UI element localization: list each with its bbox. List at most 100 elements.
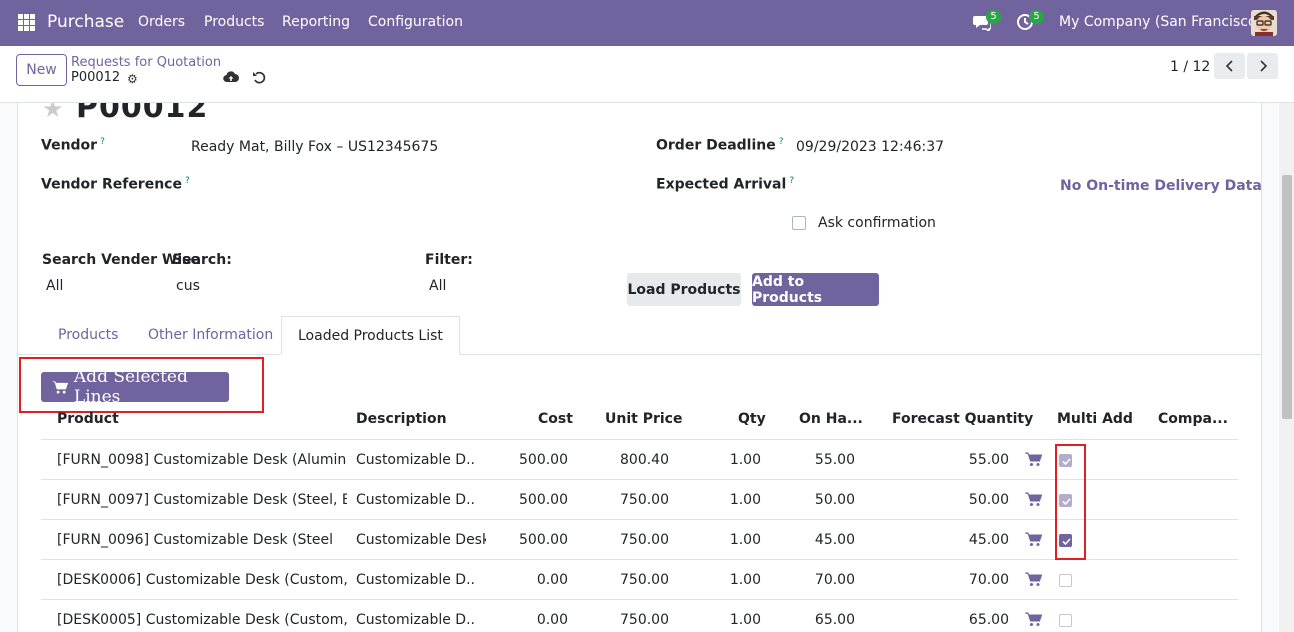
cart-icon[interactable] xyxy=(1025,492,1042,507)
table-row[interactable]: [DESK0005] Customizable Desk (Custom, W.… xyxy=(41,599,1238,632)
qty-cell: 1.00 xyxy=(729,532,761,548)
product-cell: [DESK0006] Customizable Desk (Custom, Bl… xyxy=(57,572,347,588)
gear-icon[interactable]: ⚙ xyxy=(127,72,138,86)
unit-price-cell: 750.00 xyxy=(620,572,669,588)
product-cell: [FURN_0098] Customizable Desk (Aluminiu.… xyxy=(57,452,347,468)
cost-cell: 500.00 xyxy=(519,452,568,468)
chevron-left-icon xyxy=(1225,60,1233,72)
description-cell: Customizable Desk xyxy=(356,532,486,548)
order-deadline-field[interactable]: 09/29/2023 12:46:37 xyxy=(796,139,944,155)
menu-orders[interactable]: Orders xyxy=(138,14,185,30)
tab-loaded-products-list[interactable]: Loaded Products List xyxy=(281,316,460,355)
tab-other-information[interactable]: Other Information xyxy=(132,316,289,355)
filter-field[interactable]: All xyxy=(429,278,446,294)
column-header-forecast-quantity[interactable]: Forecast Quantity xyxy=(892,411,1033,427)
forecast-cell: 45.00 xyxy=(968,532,1009,548)
table-row[interactable]: [DESK0006] Customizable Desk (Custom, Bl… xyxy=(41,559,1238,599)
record-title: P00012 xyxy=(75,103,209,125)
column-header-on-hand[interactable]: On Ha... xyxy=(799,411,863,427)
cost-cell: 0.00 xyxy=(536,612,568,628)
column-header-product[interactable]: Product xyxy=(57,411,119,427)
qty-cell: 1.00 xyxy=(729,612,761,628)
user-avatar[interactable] xyxy=(1251,10,1277,36)
column-header-unit-price[interactable]: Unit Price xyxy=(605,411,682,427)
vendor-label: Vendor? xyxy=(41,137,105,154)
notebook-tabs: Products Other Information Loaded Produc… xyxy=(17,316,1262,355)
multi-add-checkbox[interactable] xyxy=(1059,574,1072,587)
cart-icon[interactable] xyxy=(1025,452,1042,467)
favorite-star-icon[interactable]: ★ xyxy=(42,103,65,123)
on-hand-cell: 65.00 xyxy=(814,612,855,628)
discard-undo-icon[interactable] xyxy=(252,70,266,84)
cost-cell: 500.00 xyxy=(519,532,568,548)
cart-icon[interactable] xyxy=(1025,532,1042,547)
on-hand-cell: 45.00 xyxy=(814,532,855,548)
record-title-partial: ★ P00012 xyxy=(42,103,208,125)
forecast-cell: 50.00 xyxy=(968,492,1009,508)
cost-cell: 500.00 xyxy=(519,492,568,508)
cart-icon[interactable] xyxy=(1025,612,1042,627)
filter-label: Filter: xyxy=(425,252,473,268)
search-vendor-field[interactable]: All xyxy=(46,278,63,294)
new-button[interactable]: New xyxy=(16,54,67,86)
product-cell: [DESK0005] Customizable Desk (Custom, W.… xyxy=(57,612,347,628)
chevron-right-icon xyxy=(1259,60,1267,72)
app-name[interactable]: Purchase xyxy=(47,12,124,32)
on-hand-cell: 55.00 xyxy=(814,452,855,468)
forecast-cell: 55.00 xyxy=(968,452,1009,468)
cart-icon[interactable] xyxy=(1025,572,1042,587)
unit-price-cell: 800.40 xyxy=(620,452,669,468)
breadcrumb-current: P00012 xyxy=(71,70,121,85)
menu-configuration[interactable]: Configuration xyxy=(368,14,463,30)
column-header-qty[interactable]: Qty xyxy=(738,411,766,427)
highlight-box-add-button xyxy=(19,357,264,413)
breadcrumb-parent[interactable]: Requests for Quotation xyxy=(71,55,221,70)
column-header-description[interactable]: Description xyxy=(356,411,447,427)
order-deadline-label: Order Deadline? xyxy=(656,137,784,154)
ask-confirmation-checkbox[interactable] xyxy=(792,216,806,230)
qty-cell: 1.00 xyxy=(729,452,761,468)
search-label: Search: xyxy=(172,252,232,268)
menu-reporting[interactable]: Reporting xyxy=(282,14,350,30)
column-header-cost[interactable]: Cost xyxy=(538,411,573,427)
company-switcher[interactable]: My Company (San Francisco) xyxy=(1059,14,1262,30)
column-header-company[interactable]: Compa... xyxy=(1158,411,1228,427)
qty-cell: 1.00 xyxy=(729,492,761,508)
pager-value[interactable]: 1 / 12 xyxy=(1170,59,1210,75)
forecast-cell: 70.00 xyxy=(968,572,1009,588)
chat-count-badge: 5 xyxy=(986,10,1001,24)
top-navbar: Purchase Orders Products Reporting Confi… xyxy=(0,0,1294,46)
load-products-button[interactable]: Load Products xyxy=(627,273,741,306)
description-cell: Customizable D... xyxy=(356,572,476,588)
multi-add-checkbox[interactable] xyxy=(1059,614,1072,627)
qty-cell: 1.00 xyxy=(729,572,761,588)
cost-cell: 0.00 xyxy=(536,572,568,588)
avatar-face-icon xyxy=(1251,10,1277,36)
product-cell: [FURN_0096] Customizable Desk (Steel, Wh xyxy=(57,532,332,548)
description-cell: Customizable D... xyxy=(356,492,476,508)
unit-price-cell: 750.00 xyxy=(620,612,669,628)
forecast-cell: 65.00 xyxy=(968,612,1009,628)
column-header-multi-add[interactable]: Multi Add xyxy=(1057,411,1133,427)
on-hand-cell: 70.00 xyxy=(814,572,855,588)
menu-products[interactable]: Products xyxy=(204,14,264,30)
activity-count-badge: 5 xyxy=(1029,10,1044,24)
apps-menu-icon[interactable] xyxy=(18,14,35,31)
expected-arrival-label: Expected Arrival? xyxy=(656,176,795,193)
description-cell: Customizable D... xyxy=(356,612,476,628)
tab-products[interactable]: Products xyxy=(42,316,134,355)
pager-previous-button[interactable] xyxy=(1214,53,1245,79)
on-time-delivery-info[interactable]: No On-time Delivery Data xyxy=(1060,178,1262,194)
add-to-products-button[interactable]: Add to Products xyxy=(752,273,879,306)
cloud-upload-icon[interactable] xyxy=(223,70,239,84)
pager-next-button[interactable] xyxy=(1247,53,1278,79)
highlight-box-multi-add xyxy=(1055,444,1086,560)
vendor-field[interactable]: Ready Mat, Billy Fox – US12345675 xyxy=(191,139,438,155)
unit-price-cell: 750.00 xyxy=(620,492,669,508)
unit-price-cell: 750.00 xyxy=(620,532,669,548)
ask-confirmation-label: Ask confirmation xyxy=(818,215,936,231)
description-cell: Customizable D... xyxy=(356,452,476,468)
search-field[interactable]: cus xyxy=(176,278,200,294)
scrollbar-thumb[interactable] xyxy=(1282,175,1292,419)
control-panel: New Requests for Quotation P00012 ⚙ 1 / … xyxy=(0,46,1294,103)
